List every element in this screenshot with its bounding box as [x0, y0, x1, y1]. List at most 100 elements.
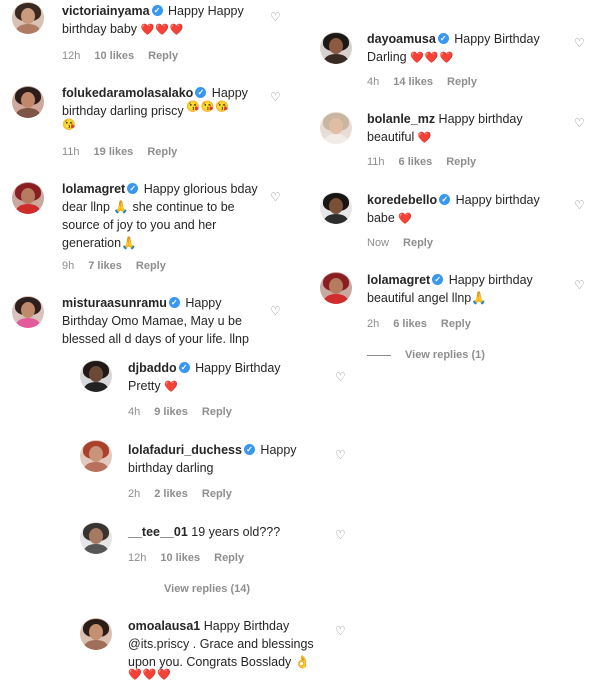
avatar[interactable]: [12, 296, 44, 328]
avatar[interactable]: [12, 182, 44, 214]
view-replies-link[interactable]: View replies (1): [367, 349, 485, 361]
comment-likes[interactable]: 6 likes: [399, 156, 433, 168]
reply-button[interactable]: Reply: [202, 488, 232, 500]
heart-outline-icon[interactable]: ♡: [270, 91, 281, 103]
comment-meta: 2h 6 likes Reply: [367, 318, 485, 330]
reply-button[interactable]: Reply: [136, 260, 166, 272]
heart-outline-icon[interactable]: ♡: [335, 529, 346, 541]
comment-likes[interactable]: 7 likes: [88, 260, 122, 272]
comment-likes[interactable]: 6 likes: [393, 318, 427, 330]
comment-item: misturaasunramu ✓ Happy Birthday Omo Mama…: [0, 292, 300, 352]
avatar[interactable]: [12, 2, 44, 34]
comment-username[interactable]: lolamagret: [62, 182, 125, 196]
reply-text: omoalausa1 Happy Birthday @its.priscy . …: [128, 617, 318, 671]
comment-username[interactable]: folukedaramolasalako: [62, 86, 193, 100]
avatar[interactable]: [320, 32, 352, 64]
reply-text: lolafaduri_duchess ✓ Happy birthday darli…: [128, 441, 308, 477]
heart-outline-icon[interactable]: ♡: [335, 625, 346, 637]
reply-username[interactable]: djbaddo: [128, 361, 177, 375]
heart-outline-icon[interactable]: ♡: [574, 199, 585, 211]
avatar[interactable]: [80, 618, 112, 650]
reply-username[interactable]: lolafaduri_duchess: [128, 443, 242, 457]
comment-username[interactable]: bolanle_mz: [367, 112, 435, 126]
reply-button[interactable]: Reply: [403, 237, 433, 249]
heart-outline-icon[interactable]: ♡: [574, 117, 585, 129]
reply-button[interactable]: Reply: [147, 146, 177, 158]
heart-outline-icon[interactable]: ♡: [270, 191, 281, 203]
comment-meta: Now Reply: [367, 237, 447, 249]
comment-username[interactable]: dayoamusa: [367, 32, 436, 46]
reply-button[interactable]: Reply: [202, 406, 232, 418]
heart-outline-icon[interactable]: ♡: [270, 305, 281, 317]
comment-text: bolanle_mz Happy birthday beautiful ❤️: [367, 110, 567, 147]
reply-text: __tee__01 19 years old???: [128, 523, 308, 541]
reply-time: 2h: [128, 488, 141, 500]
verified-badge-icon: ✓: [178, 362, 190, 374]
comment-text: victoriainyama ✓ Happy Happy birthday bab…: [62, 2, 262, 39]
comment-meta: 4h 14 likes Reply: [367, 76, 491, 88]
avatar[interactable]: [320, 112, 352, 144]
reply-button[interactable]: Reply: [214, 552, 244, 564]
reply-meta: 2h 2 likes Reply: [128, 488, 246, 500]
comment-time: 12h: [62, 50, 81, 62]
comment-likes[interactable]: 14 likes: [393, 76, 433, 88]
heart-outline-icon[interactable]: ♡: [335, 371, 346, 383]
comment-likes[interactable]: 10 likes: [94, 50, 134, 62]
comment-text: koredebello ✓ Happy birthday babe ❤️: [367, 191, 567, 228]
comment-text: lolamagret ✓ Happy glorious bday dear lln…: [62, 180, 262, 252]
comment-text: misturaasunramu ✓ Happy Birthday Omo Mama…: [62, 294, 262, 348]
reply-time: 12h: [128, 552, 147, 564]
reply-likes[interactable]: 2 likes: [154, 488, 188, 500]
reply-username[interactable]: __tee__01: [128, 525, 188, 539]
heart-emoji-icon: ❤️❤️❤️: [140, 24, 185, 36]
comment-item: lolamagret ✓ Happy glorious bday dear lln…: [0, 178, 300, 282]
heart-outline-icon[interactable]: ♡: [574, 279, 585, 291]
reply-item: __tee__01 19 years old??? 12h 10 likes Rep…: [70, 518, 360, 568]
comment-item: lolamagret ✓ Happy birthday beautiful ang…: [310, 268, 600, 336]
verified-badge-icon: ✓: [195, 87, 207, 99]
comment-text: folukedaramolasalako ✓ Happy birthday dar…: [62, 84, 262, 120]
reply-meta: 4h 9 likes Reply: [128, 406, 246, 418]
verified-badge-icon: ✓: [437, 33, 449, 45]
avatar[interactable]: [80, 440, 112, 472]
comment-likes[interactable]: 19 likes: [94, 146, 134, 158]
reply-likes[interactable]: 9 likes: [154, 406, 188, 418]
avatar[interactable]: [80, 360, 112, 392]
heart-emoji-icon: ❤️: [398, 213, 413, 225]
reply-button[interactable]: Reply: [441, 318, 471, 330]
verified-badge-icon: ✓: [243, 444, 255, 456]
heart-emoji-icon: ❤️❤️❤️: [410, 52, 455, 64]
heart-outline-icon[interactable]: ♡: [270, 11, 281, 23]
comment-time: Now: [367, 237, 390, 249]
avatar[interactable]: [320, 272, 352, 304]
reply-button[interactable]: Reply: [447, 76, 477, 88]
replies-divider: [367, 354, 391, 356]
heart-outline-icon[interactable]: ♡: [335, 449, 346, 461]
view-replies-link[interactable]: View replies (14): [164, 583, 250, 595]
avatar[interactable]: [320, 192, 352, 224]
comment-item: koredebello ✓ Happy birthday babe ❤️ Now R…: [310, 188, 600, 256]
reply-button[interactable]: Reply: [148, 50, 178, 62]
heart-outline-icon[interactable]: ♡: [574, 37, 585, 49]
comment-time: 9h: [62, 260, 75, 272]
comment-username[interactable]: misturaasunramu: [62, 296, 167, 310]
comment-username[interactable]: lolamagret: [367, 273, 430, 287]
comment-meta: 12h 10 likes Reply: [62, 50, 192, 62]
comment-text: dayoamusa ✓ Happy Birthday Darling ❤️❤️❤️: [367, 30, 567, 67]
avatar[interactable]: [12, 86, 44, 118]
verified-badge-icon: ✓: [127, 183, 139, 195]
comment-time: 4h: [367, 76, 380, 88]
reply-likes[interactable]: 10 likes: [160, 552, 200, 564]
reply-username[interactable]: omoalausa1: [128, 619, 200, 633]
reply-button[interactable]: Reply: [446, 156, 476, 168]
comment-username[interactable]: koredebello: [367, 193, 437, 207]
comment-item: folukedaramolasalako ✓ Happy birthday dar…: [0, 80, 300, 170]
verified-badge-icon: ✓: [168, 297, 180, 309]
comment-username[interactable]: victoriainyama: [62, 4, 150, 18]
reply-text: djbaddo ✓ Happy Birthday Pretty ❤️: [128, 359, 308, 396]
avatar[interactable]: [80, 522, 112, 554]
heart-emoji-icon: ❤️: [417, 132, 433, 144]
comment-time: 2h: [367, 318, 380, 330]
comment-text: lolamagret ✓ Happy birthday beautiful ang…: [367, 271, 567, 307]
verified-badge-icon: ✓: [432, 274, 444, 286]
